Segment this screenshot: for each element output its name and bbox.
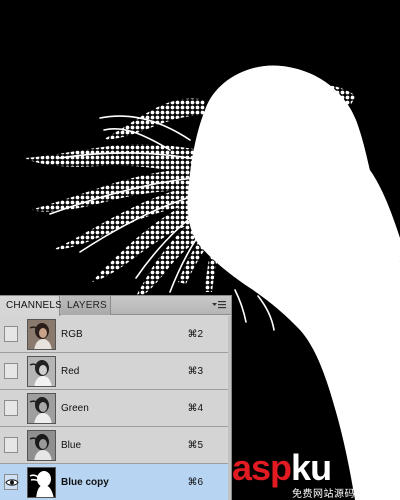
channel-list: RGB ⌘2 Red ⌘3 Green ⌘4 Blue ⌘5 Blue copy…	[0, 316, 231, 500]
watermark-subtitle: 免费网站源码下载站!	[292, 489, 392, 500]
eye-icon	[5, 479, 19, 486]
watermark-part1: asp	[232, 447, 292, 488]
visibility-toggle[interactable]	[4, 437, 18, 453]
watermark-suffix: .com	[362, 460, 395, 477]
channel-row-blue-copy[interactable]: Blue copy ⌘6	[0, 464, 231, 500]
channel-row-red[interactable]: Red ⌘3	[0, 353, 231, 390]
channel-thumbnail-blue	[27, 430, 56, 461]
channel-name: Blue	[61, 440, 82, 451]
tab-channels[interactable]: CHANNELS	[0, 296, 62, 316]
channel-name: Green	[61, 403, 89, 414]
channel-shortcut: ⌘4	[187, 403, 203, 414]
watermark-part2: ku	[291, 447, 332, 488]
channel-name: Blue copy	[61, 477, 109, 488]
channels-panel: CHANNELS LAYERS RGB ⌘2 Red ⌘3 Green ⌘4 B…	[0, 295, 232, 500]
tab-layers[interactable]: LAYERS	[61, 296, 111, 315]
channel-row-green[interactable]: Green ⌘4	[0, 390, 231, 427]
channel-shortcut: ⌘6	[187, 477, 203, 488]
channel-shortcut: ⌘3	[187, 366, 203, 377]
channel-row-blue[interactable]: Blue ⌘5	[0, 427, 231, 464]
panel-tab-bar: CHANNELS LAYERS	[0, 296, 231, 316]
watermark-logo: aspku	[232, 447, 332, 488]
channel-thumbnail-rgb	[27, 319, 56, 350]
visibility-toggle[interactable]	[4, 363, 18, 379]
channel-shortcut: ⌘5	[187, 440, 203, 451]
visibility-toggle[interactable]	[4, 326, 18, 342]
channel-row-rgb[interactable]: RGB ⌘2	[0, 316, 231, 353]
channel-name: RGB	[61, 329, 83, 340]
channel-thumbnail-green	[27, 393, 56, 424]
visibility-toggle[interactable]	[4, 474, 19, 490]
channel-thumbnail-blue-copy	[27, 467, 56, 498]
visibility-toggle[interactable]	[4, 400, 18, 416]
panel-menu-icon[interactable]	[212, 300, 226, 311]
site-watermark: aspku .com 免费网站源码下载站!	[228, 448, 400, 500]
channel-shortcut: ⌘2	[187, 329, 203, 340]
channel-name: Red	[61, 366, 80, 377]
channel-thumbnail-red	[27, 356, 56, 387]
